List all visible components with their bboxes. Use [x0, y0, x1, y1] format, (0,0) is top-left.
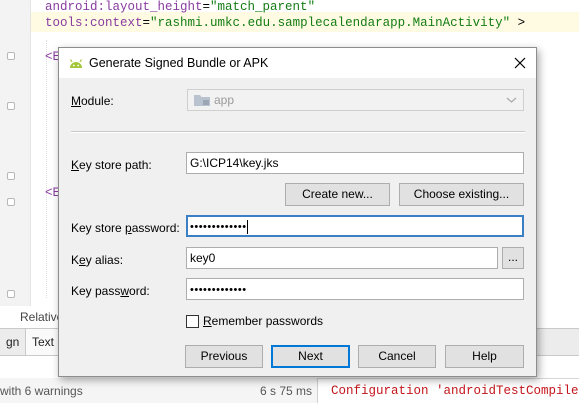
generate-signed-apk-dialog: Generate Signed Bundle or APK Module: ap…	[58, 47, 537, 377]
next-button[interactable]: Next	[271, 345, 350, 368]
key-store-path-label: Key store path:	[71, 158, 152, 172]
module-label: Module:	[71, 94, 114, 108]
chevron-down-icon	[506, 97, 517, 103]
key-password-field[interactable]: •••••••••••••	[186, 278, 524, 300]
remember-passwords-label[interactable]: Remember passwords	[203, 314, 323, 328]
key-alias-label: Key alias:	[71, 253, 124, 267]
build-time: 6 s 75 ms	[260, 384, 313, 398]
choose-existing-button[interactable]: Choose existing...	[399, 183, 524, 206]
previous-button[interactable]: Previous	[185, 345, 263, 368]
indent-guide	[46, 40, 47, 298]
android-icon	[69, 59, 83, 68]
build-tree: with 6 warnings 6 s 75 ms	[0, 378, 318, 403]
key-store-path-field[interactable]: G:\ICP14\key.jks	[186, 152, 524, 174]
folder-icon	[194, 95, 210, 106]
key-password-label: Key password:	[71, 284, 150, 298]
code-line: tools:context="rashmi.umkc.edu.samplecal…	[45, 16, 526, 30]
code-line: android:layout_height="match_parent"	[45, 0, 316, 14]
cancel-button[interactable]: Cancel	[358, 345, 436, 368]
fold-marker-icon[interactable]	[7, 290, 15, 298]
component-tree-label: Relative	[20, 310, 64, 324]
editor-gutter	[0, 0, 31, 306]
module-select: app	[187, 89, 524, 111]
build-status[interactable]: with 6 warnings	[0, 384, 83, 398]
divider	[71, 131, 525, 133]
module-value: app	[214, 93, 235, 107]
key-store-password-label: Key store password:	[71, 221, 180, 235]
dialog-title: Generate Signed Bundle or APK	[89, 56, 269, 70]
tab-design[interactable]: gn	[0, 329, 27, 355]
help-button[interactable]: Help	[445, 345, 524, 368]
key-alias-field[interactable]: key0	[186, 247, 498, 269]
fold-marker-icon[interactable]	[7, 102, 15, 110]
key-alias-browse-button[interactable]: ...	[502, 247, 524, 269]
create-new-button[interactable]: Create new...	[285, 183, 390, 206]
fold-marker-icon[interactable]	[7, 52, 15, 60]
close-icon	[514, 57, 526, 69]
console-message: Configuration 'androidTestCompile' i	[331, 384, 579, 398]
key-store-password-field[interactable]: •••••••••••••	[186, 215, 524, 237]
fold-marker-icon[interactable]	[7, 172, 15, 180]
close-button[interactable]	[508, 51, 532, 75]
remember-passwords-checkbox[interactable]	[186, 315, 199, 328]
fold-marker-icon[interactable]	[7, 198, 15, 206]
dialog-titlebar[interactable]: Generate Signed Bundle or APK	[59, 48, 536, 78]
